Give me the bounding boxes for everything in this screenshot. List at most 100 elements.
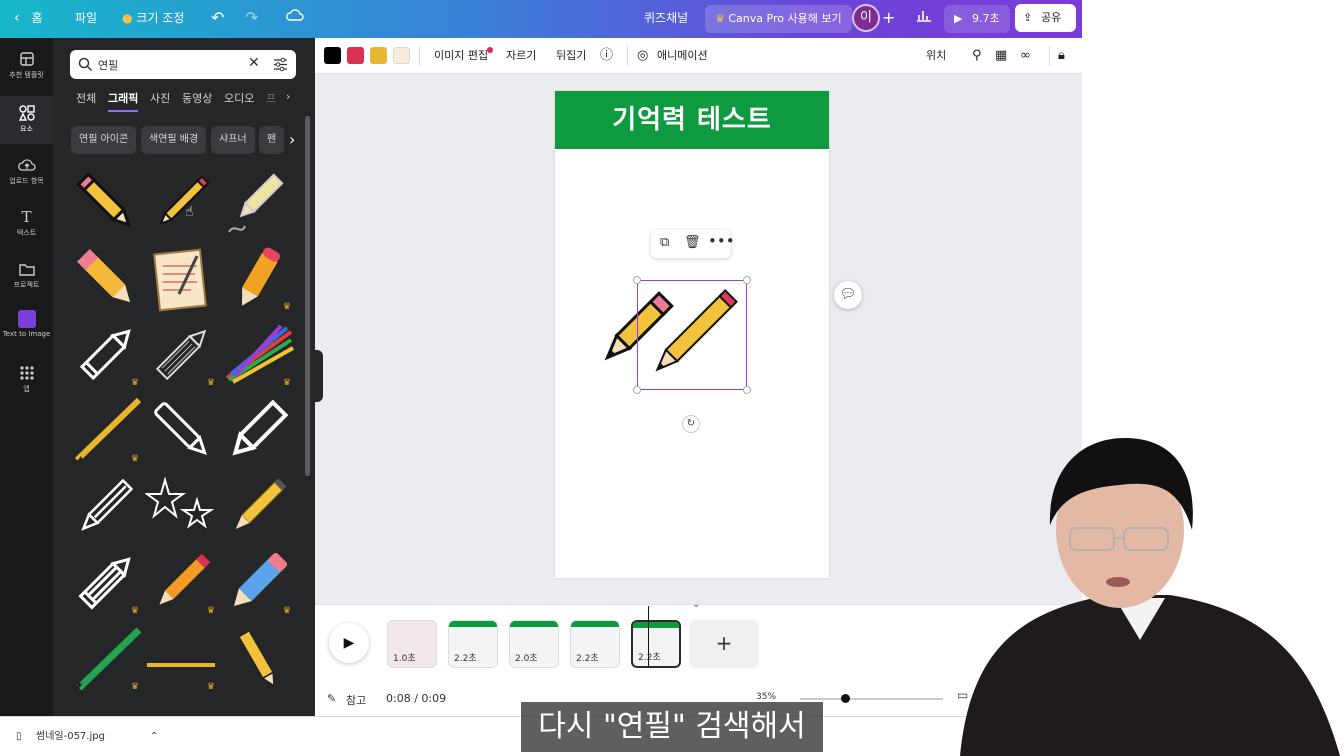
chip-colored-pencil-background[interactable]: 색연필 배경	[141, 126, 207, 154]
tab-videos[interactable]: 동영상	[182, 90, 212, 106]
result-stars-doodle[interactable]	[143, 470, 219, 542]
notes-button[interactable]: 참고	[346, 692, 366, 708]
user-avatar[interactable]: 이	[852, 4, 880, 32]
result-pencil-outline-4[interactable]: ♛	[69, 546, 143, 618]
tab-audio[interactable]: 오디오	[224, 90, 254, 106]
add-comment-icon[interactable]: 💬︎	[834, 281, 862, 309]
timeline-clip[interactable]: 1.0초	[387, 620, 437, 668]
premium-crown-icon: ♛	[130, 378, 139, 388]
result-pencil-orange-2[interactable]: ♛	[145, 546, 219, 618]
redo-icon[interactable]: ↷	[245, 0, 258, 38]
tab-all[interactable]: 전체	[76, 90, 96, 106]
resize-handle[interactable]	[633, 386, 641, 394]
color-swatch-3[interactable]	[370, 47, 387, 64]
link-icon[interactable]: ∞	[1020, 38, 1031, 74]
resize-button[interactable]: ● 크기 조정	[122, 0, 184, 38]
result-pencil-yellow-2[interactable]	[221, 470, 295, 542]
file-menu[interactable]: 파일	[75, 0, 97, 38]
timeline-clip[interactable]: 2.2초	[570, 620, 620, 668]
timeline-collapse-icon[interactable]: ⌄	[692, 599, 700, 610]
zoom-slider-knob[interactable]	[841, 694, 850, 703]
position-button[interactable]: 위치	[926, 38, 946, 74]
playhead[interactable]	[648, 606, 649, 668]
result-pencil-outline-bold[interactable]	[221, 394, 295, 466]
color-swatch-4[interactable]	[393, 47, 410, 64]
play-button[interactable]: ▶	[329, 623, 369, 663]
result-pencil-orange[interactable]: ♛	[221, 242, 295, 314]
rail-elements[interactable]: 요소	[0, 96, 53, 144]
chip-pencil-icon[interactable]: 연필 아이콘	[71, 126, 137, 154]
add-page-button[interactable]: +	[689, 620, 759, 668]
chip-sharpener[interactable]: 샤프너	[211, 126, 255, 154]
timeline-clip[interactable]: 2.2초	[448, 620, 498, 668]
animate-icon[interactable]: ◎	[637, 38, 648, 74]
result-pencil-yellow-3[interactable]	[221, 622, 295, 694]
project-title[interactable]: 퀴즈채널	[644, 0, 688, 38]
back-home-button[interactable]: ‹ 홈	[14, 0, 42, 38]
result-pencil-horizontal[interactable]: ♛	[145, 622, 219, 694]
tab-photos[interactable]: 사진	[150, 90, 170, 106]
duplicate-icon[interactable]: ⧉	[660, 235, 669, 250]
result-pencil-outline[interactable]: ♛	[69, 318, 143, 390]
page-banner-title[interactable]: 기억력 테스트	[555, 91, 829, 149]
share-button[interactable]: ⇪ 공유	[1015, 4, 1076, 32]
undo-icon[interactable]: ↶	[211, 0, 224, 38]
transparency-icon[interactable]: ▦	[995, 38, 1007, 74]
result-pencil-hand-drawn[interactable]: ♛	[145, 318, 219, 390]
result-pencil-green[interactable]: ♛	[69, 622, 143, 694]
copy-style-icon[interactable]: ⚲	[972, 38, 982, 74]
timeline-clip[interactable]: 2.0초	[509, 620, 559, 668]
result-pencil-sketch[interactable]	[221, 166, 295, 238]
flip-button[interactable]: 뒤집기	[556, 38, 586, 74]
filter-icon[interactable]	[273, 57, 288, 72]
notes-icon[interactable]: ✎	[327, 692, 336, 705]
animate-button[interactable]: 애니메이션	[657, 38, 708, 74]
tab-more[interactable]: 프	[266, 90, 276, 106]
chips-next-icon[interactable]: ›	[289, 130, 295, 149]
resize-handle[interactable]	[743, 386, 751, 394]
result-pencil-outline-2[interactable]	[145, 394, 219, 466]
color-swatch-2[interactable]	[347, 47, 364, 64]
try-pro-button[interactable]: ♛ Canva Pro 사용해 보기	[705, 5, 852, 33]
collapse-panel-handle[interactable]	[315, 350, 323, 402]
add-collaborator-icon[interactable]: +	[882, 0, 895, 38]
chip-pen[interactable]: 펜	[259, 126, 285, 154]
crop-button[interactable]: 자르기	[506, 38, 536, 74]
chevron-right-icon[interactable]: ›	[286, 90, 290, 103]
more-options-icon[interactable]: •••	[708, 232, 735, 250]
rail-uploads[interactable]: 업로드 항목	[0, 156, 53, 186]
result-pencil-yellow[interactable]: ☝	[145, 166, 219, 238]
search-input[interactable]	[98, 55, 238, 74]
result-pencil-outline-3[interactable]	[69, 470, 143, 542]
result-notepad-pencil[interactable]	[145, 242, 219, 314]
timeline-clip-active[interactable]: 2.2초	[631, 620, 681, 668]
delete-icon[interactable]: 🗑︎	[684, 235, 701, 250]
crown-icon: ●	[122, 11, 133, 25]
panel-scrollbar[interactable]	[305, 116, 310, 476]
rotate-icon[interactable]: ↻	[682, 415, 700, 433]
present-button[interactable]: ▶ 9.7초	[944, 5, 1010, 33]
result-pencil-cartoon[interactable]	[69, 166, 143, 238]
chevron-up-icon[interactable]: ⌃	[150, 723, 158, 751]
rail-templates[interactable]: 추천 템플릿	[0, 50, 53, 80]
rail-text-to-image[interactable]: Text to Image	[0, 310, 53, 338]
clear-search-icon[interactable]: ✕	[248, 55, 260, 71]
resize-handle[interactable]	[743, 276, 751, 284]
result-pencil-thin-yellow[interactable]: ♛	[69, 394, 143, 466]
result-pencil-pink-eraser[interactable]	[69, 242, 143, 314]
search-box[interactable]: ✕	[70, 50, 296, 79]
lock-icon[interactable]: 🔒︎	[1058, 38, 1065, 74]
color-swatch-1[interactable]	[324, 47, 341, 64]
zoom-slider-track[interactable]	[800, 698, 943, 700]
download-item[interactable]: ▯ 썸네일-057.jpg ⌃	[10, 723, 168, 751]
rail-projects[interactable]: 프로젝트	[0, 260, 53, 290]
insights-icon[interactable]	[916, 0, 932, 38]
result-colored-pencils[interactable]: ♛	[221, 318, 295, 390]
rail-text[interactable]: T 텍스트	[0, 208, 53, 238]
resize-handle[interactable]	[633, 276, 641, 284]
rail-apps[interactable]: 앱	[0, 364, 53, 394]
info-icon[interactable]: ⓘ	[600, 38, 613, 74]
result-pencil-blue[interactable]: ♛	[221, 546, 295, 618]
tab-graphics[interactable]: 그래픽	[108, 90, 139, 112]
edit-image-button[interactable]: 이미지 편집	[434, 38, 488, 74]
